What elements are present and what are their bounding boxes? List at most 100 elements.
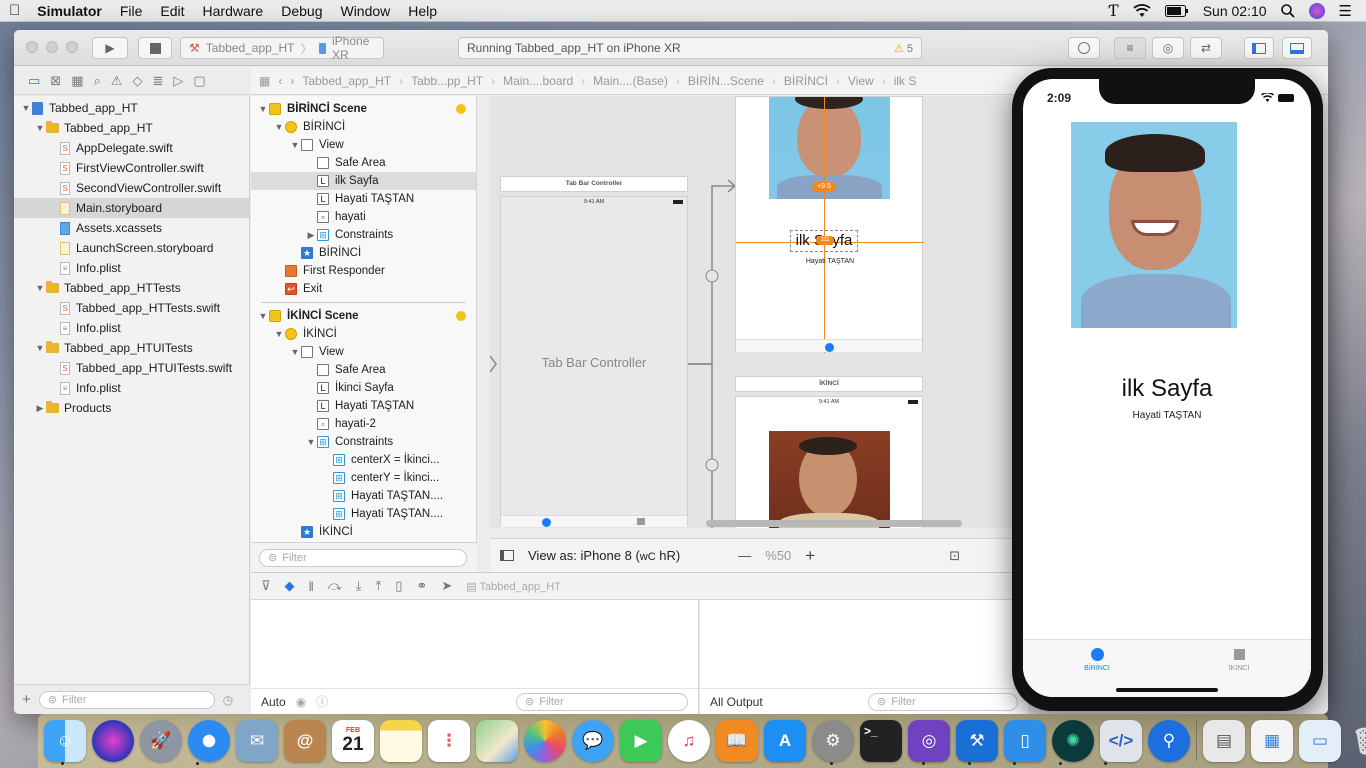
xcode-icon[interactable]: ⚒ (956, 720, 998, 762)
navigator-item[interactable]: ≡ Info.plist (14, 258, 249, 278)
navigator-item[interactable]: S SecondViewController.swift (14, 178, 249, 198)
disclosure-closed-icon[interactable]: ▶ (305, 230, 317, 241)
navigator-item[interactable]: ▼ Tabbed_app_HT (14, 118, 249, 138)
run-button[interactable]: ▶ (92, 37, 128, 59)
first-scene[interactable]: +9.5 ilk Sayfa 111 Hayati TAŞTAN (735, 96, 924, 353)
disclosure-open-icon[interactable]: ▼ (289, 140, 301, 150)
debug-navigator-icon[interactable]: ≣ (152, 73, 163, 89)
toggle-navigator-button[interactable] (1244, 37, 1274, 59)
jump-bar-crumb[interactable]: ilk S (894, 74, 917, 88)
jump-bar-crumb[interactable]: Tabb...pp_HT (411, 74, 483, 88)
stop-button[interactable] (138, 37, 172, 59)
notification-center-icon[interactable]: ☰ (1339, 2, 1352, 20)
scheme-selector[interactable]: ⚒ Tabbed_app_HT 〉 iPhone XR (180, 34, 384, 62)
thread-selector[interactable]: ▤ Tabbed_app_HT (466, 580, 561, 593)
screenshot-folder-icon[interactable]: ▦ (1251, 720, 1293, 762)
related-items-icon[interactable]: ▦ (259, 74, 270, 88)
disclosure-open-icon[interactable]: ▼ (305, 437, 317, 447)
step-out-icon[interactable]: ⤒ (376, 578, 382, 594)
menu-edit[interactable]: Edit (151, 3, 193, 19)
recent-files-icon[interactable]: ◷ (223, 693, 233, 707)
tab-birinci[interactable]: BİRİNCİ (1077, 648, 1117, 672)
version-editor-button[interactable]: ⇄ (1190, 37, 1222, 59)
standard-editor-button[interactable]: ≡ (1114, 37, 1146, 59)
siri-icon[interactable] (92, 720, 134, 762)
outline-item[interactable]: ▶ ⊞ Constraints (251, 226, 476, 244)
disclosure-open-icon[interactable]: ▼ (273, 122, 285, 132)
auto-selector[interactable]: Auto (261, 695, 286, 709)
toggle-debug-area-button[interactable] (1282, 37, 1312, 59)
github-desktop-icon[interactable]: ◎ (908, 720, 950, 762)
outline-item[interactable]: Safe Area (251, 361, 476, 379)
simulate-location-icon[interactable]: ➤ (441, 578, 452, 594)
storyboard-canvas[interactable]: Tab Bar Controller 9:41 AM Tab Bar Contr… (490, 96, 1012, 528)
outline-item[interactable]: ▼ İKİNCİ (251, 325, 476, 343)
report-navigator-icon[interactable]: ▢ (193, 73, 205, 89)
outline-item[interactable]: ▼ BİRİNCİ (251, 118, 476, 136)
outline-item[interactable]: ★ İKİNCİ (251, 523, 476, 541)
navigator-item[interactable]: S FirstViewController.swift (14, 158, 249, 178)
simulator-screen[interactable]: 2:09 ilk Sayfa Hayati TAŞTAN BİRİNCİ İKİ… (1023, 79, 1311, 697)
navigator-item[interactable]: Main.storyboard (14, 198, 249, 218)
menu-app-name[interactable]: Simulator (29, 3, 111, 19)
finder-window-icon[interactable]: ▭ (1299, 720, 1341, 762)
outline-item[interactable]: First Responder (251, 262, 476, 280)
output-selector[interactable]: All Output (710, 695, 763, 709)
navigator-item[interactable]: Assets.xcassets (14, 218, 249, 238)
breakpoint-navigator-icon[interactable]: ▷ (173, 73, 183, 89)
clock[interactable]: Sun 02:10 (1203, 3, 1267, 19)
disclosure-open-icon[interactable]: ▼ (34, 343, 46, 353)
apple-menu[interactable]:  (0, 2, 29, 19)
outline-item[interactable]: ⊞ Hayati TAŞTAN.... (251, 487, 476, 505)
messages-icon[interactable]: 💬 (572, 720, 614, 762)
assistant-editor-button[interactable]: ◎ (1152, 37, 1184, 59)
launchpad-icon[interactable]: 🚀 (140, 720, 182, 762)
outline-item[interactable]: L İkinci Sayfa (251, 379, 476, 397)
view-as-label[interactable]: View as: iPhone 8 (wC hR) (528, 548, 680, 563)
disclosure-open-icon[interactable]: ▼ (273, 329, 285, 339)
minimize-window-button[interactable] (46, 41, 58, 53)
menu-file[interactable]: File (111, 3, 152, 19)
navigator-item[interactable]: S Tabbed_app_HTUITests.swift (14, 358, 249, 378)
step-into-icon[interactable]: ⤓ (356, 578, 362, 594)
reminders-icon[interactable]: ⋮ (428, 720, 470, 762)
outline-item[interactable]: ▼ BİRİNCİ Scene (251, 100, 476, 118)
canvas-scrollbar[interactable] (706, 520, 962, 527)
menu-help[interactable]: Help (399, 3, 446, 19)
toggle-outline-icon[interactable] (500, 550, 514, 561)
navigator-item[interactable]: LaunchScreen.storyboard (14, 238, 249, 258)
zoom-window-button[interactable] (66, 41, 78, 53)
project-navigator-icon[interactable]: ▭ (28, 73, 40, 89)
contacts-icon[interactable]: @ (284, 720, 326, 762)
sourcetree-icon[interactable]: ⚲ (1148, 720, 1190, 762)
maps-icon[interactable] (476, 720, 518, 762)
outline-item[interactable]: L Hayati TAŞTAN (251, 190, 476, 208)
outline-item[interactable]: ▼ View (251, 136, 476, 154)
navigator-item[interactable]: ▼ Tabbed_app_HT (14, 98, 249, 118)
console-filter-field[interactable]: ⊜ Filter (868, 692, 1018, 711)
zoom-out-button[interactable]: — (738, 548, 751, 563)
outline-item[interactable]: Lilk Sayfa (251, 172, 476, 190)
jump-bar-crumb[interactable]: Main....board (503, 74, 573, 88)
outline-item[interactable]: ⊞ Hayati TAŞTAN.... (251, 505, 476, 523)
find-navigator-icon[interactable]: ⌕ (94, 73, 101, 89)
music-icon[interactable]: ♫ (668, 720, 710, 762)
hide-debug-area-icon[interactable]: ⊽ (261, 578, 271, 594)
terminal-icon[interactable]: >_ (860, 720, 902, 762)
battery-icon[interactable] (1164, 4, 1189, 17)
jump-bar-crumb[interactable]: Main....(Base) (593, 74, 668, 88)
test-navigator-icon[interactable]: ◇ (132, 73, 142, 89)
app-store-icon[interactable]: A (764, 720, 806, 762)
outline-item[interactable]: ▼ View (251, 343, 476, 361)
tab-ikinci[interactable]: İKİNCİ (1219, 648, 1259, 672)
brackets-icon[interactable]: </> (1100, 720, 1142, 762)
text-cursor-icon[interactable]: Ƭ (1108, 1, 1119, 20)
outline-filter-field[interactable]: ⊜ Filter (259, 548, 467, 567)
books-icon[interactable]: 📖 (716, 720, 758, 762)
notes-icon[interactable] (380, 720, 422, 762)
outline-item[interactable]: ▼ İKİNCİ Scene (251, 307, 476, 325)
second-scene-title-bar[interactable]: İKİNCİ (735, 376, 923, 392)
add-icon[interactable]: + (22, 691, 31, 708)
disclosure-open-icon[interactable]: ▼ (20, 103, 32, 113)
disclosure-open-icon[interactable]: ▼ (257, 104, 269, 114)
